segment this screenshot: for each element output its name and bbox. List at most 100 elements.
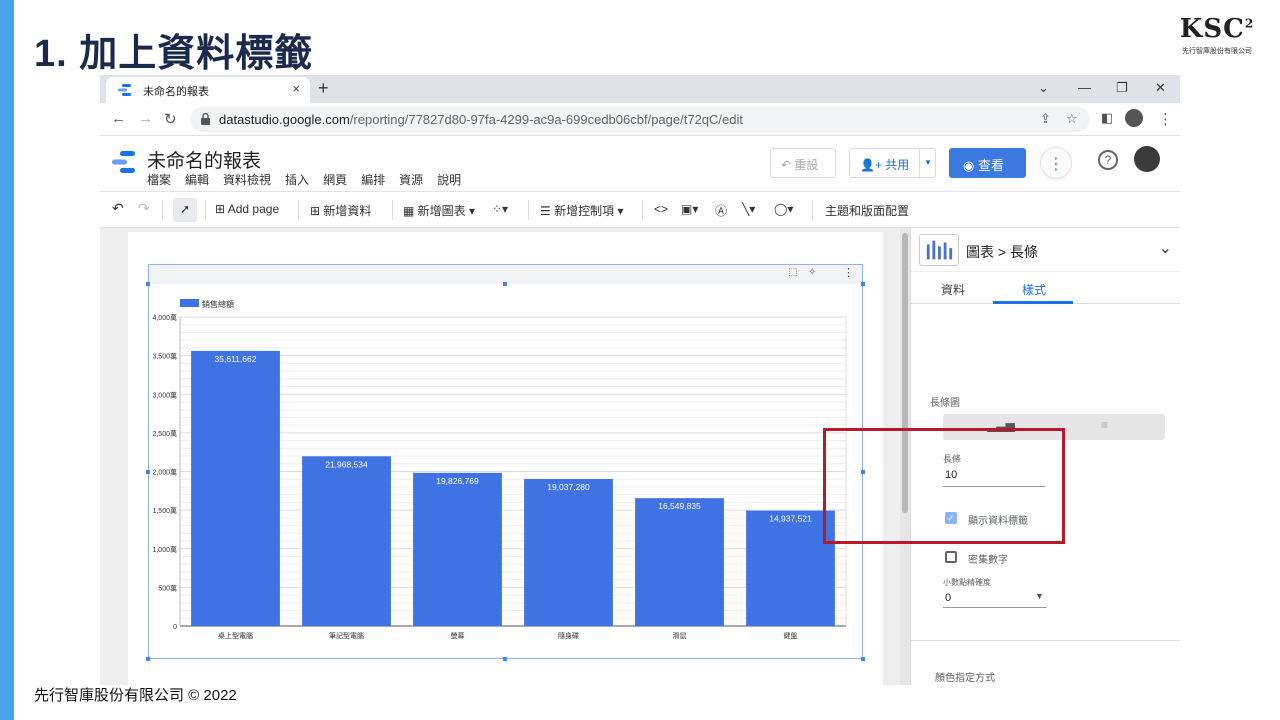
bar-data-label: 19,826,769 xyxy=(436,476,479,486)
share-button[interactable]: 👤+ 共用 ▼ xyxy=(849,148,936,178)
browser-profile-avatar[interactable] xyxy=(1125,109,1143,127)
browser-addressbar: ← → ↻ datastudio.google.com/reporting/77… xyxy=(100,103,1180,136)
add-person-icon: 👤+ xyxy=(860,158,886,172)
browser-window: 未命名的報表 × + ⌄ — ❐ ✕ ← → ↻ datastudio.goog… xyxy=(100,75,1180,685)
bar xyxy=(635,498,724,626)
tab-style[interactable]: 樣式 xyxy=(1022,281,1046,298)
share-page-icon[interactable]: ⇪ xyxy=(1040,111,1051,127)
y-tick-label: 1,500萬 xyxy=(152,506,177,515)
image-icon[interactable]: ▣▾ xyxy=(681,202,698,216)
active-tab-indicator xyxy=(993,301,1073,304)
toolbar-divider xyxy=(528,200,529,220)
x-tick-label: 隨身碟 xyxy=(558,631,579,640)
add-data-button[interactable]: ⊞ 新增資料 xyxy=(310,202,371,219)
y-tick-label: 3,500萬 xyxy=(152,352,177,361)
add-control-button[interactable]: ☰ 新增控制項 ▾ xyxy=(540,202,623,219)
cursor-icon: ➚ xyxy=(180,202,191,216)
theme-layout-button[interactable]: 主題和版面配置 xyxy=(825,202,909,219)
view-button[interactable]: ◉ 查看 xyxy=(949,148,1026,178)
y-tick-label: 0 xyxy=(173,624,177,631)
reload-icon[interactable]: ↻ xyxy=(164,110,177,128)
decimal-precision-select[interactable]: 0 xyxy=(945,592,951,604)
datastudio-logo-icon xyxy=(112,151,135,173)
compact-numbers-checkbox[interactable] xyxy=(945,551,957,563)
section-divider xyxy=(911,640,1180,641)
dropdown-arrow-icon[interactable]: ▼ xyxy=(1035,591,1044,601)
chevron-down-icon[interactable]: ⌄ xyxy=(1159,238,1172,258)
redo-icon[interactable]: ↷ xyxy=(138,200,150,217)
bar xyxy=(302,456,391,626)
new-tab-button[interactable]: + xyxy=(318,78,329,99)
bar-data-label: 14,937,521 xyxy=(769,514,812,524)
bar xyxy=(746,510,835,626)
panel-tabs: 資料 樣式 xyxy=(911,272,1180,304)
add-chart-button[interactable]: ▦ 新增圖表 ▾ xyxy=(403,202,475,219)
editor-toolbar: ↶ ↷ ➚ ⊞ Add page ⊞ 新增資料 ▦ 新增圖表 ▾ ⁘▾ ☰ 新增… xyxy=(100,192,1180,228)
back-icon[interactable]: ← xyxy=(111,110,126,127)
minimize-icon[interactable]: — xyxy=(1078,80,1091,95)
more-options-icon[interactable]: ⋮ xyxy=(1040,147,1072,179)
reset-button[interactable]: ↶ 重設 xyxy=(770,148,836,178)
shape-icon[interactable]: ◯▾ xyxy=(774,202,793,216)
bar-data-label: 16,549,835 xyxy=(658,501,701,511)
reset-icon: ↶ xyxy=(781,158,795,172)
panel-breadcrumb: 圖表 > 長條 xyxy=(966,244,1038,260)
menu-view[interactable]: 資料檢視 xyxy=(223,171,271,188)
help-icon[interactable]: ? xyxy=(1098,150,1118,170)
x-tick-label: 螢幕 xyxy=(451,631,465,640)
bar xyxy=(524,478,613,626)
toolbar-divider xyxy=(392,200,393,220)
horizontal-bars-icon[interactable]: ≡ xyxy=(1101,418,1108,432)
embed-code-icon[interactable]: <> xyxy=(654,202,668,216)
url-input[interactable]: datastudio.google.com/reporting/77827d80… xyxy=(190,107,1090,132)
report-title[interactable]: 未命名的報表 xyxy=(147,146,261,173)
y-tick-label: 2,500萬 xyxy=(152,429,177,438)
tab-title: 未命名的報表 xyxy=(143,86,209,98)
datastudio-favicon-icon xyxy=(118,84,131,96)
tab-data[interactable]: 資料 xyxy=(941,281,965,298)
forward-icon[interactable]: → xyxy=(138,110,153,127)
bookmark-star-icon[interactable]: ☆ xyxy=(1066,111,1078,127)
url-text: datastudio.google.com/reporting/77827d80… xyxy=(219,112,743,127)
close-window-icon[interactable]: ✕ xyxy=(1155,80,1166,96)
toolbar-divider xyxy=(812,200,813,220)
menu-file[interactable]: 檔案 xyxy=(147,171,171,188)
bar-chart-section-label: 長條圖 xyxy=(930,398,960,409)
side-panel-icon[interactable]: ◧ xyxy=(1101,110,1113,126)
bar xyxy=(191,350,280,626)
highlight-box xyxy=(823,428,1065,544)
add-page-button[interactable]: ⊞ Add page xyxy=(215,202,279,216)
bar-data-label: 21,968,534 xyxy=(325,459,368,469)
tab-close-icon[interactable]: × xyxy=(292,81,300,96)
menu-help[interactable]: 說明 xyxy=(437,171,461,188)
add-page-icon: ⊞ xyxy=(215,202,228,216)
bar-chart-type-icon[interactable] xyxy=(919,234,959,266)
compact-numbers-label: 密集數字 xyxy=(968,555,1008,566)
user-avatar[interactable] xyxy=(1134,146,1160,172)
menu-insert[interactable]: 插入 xyxy=(285,171,309,188)
browser-menu-icon[interactable]: ⋮ xyxy=(1158,110,1173,128)
menu-bar: 檔案 編輯 資料檢視 插入 網頁 編排 資源 說明 xyxy=(147,171,461,188)
bar xyxy=(413,472,502,626)
share-dropdown-icon[interactable]: ▼ xyxy=(919,149,935,177)
report-page: ⬚ ✧ ⋮ 0 500萬 1,000萬 1,500萬 2,000萬 2,500萬 3,000… xyxy=(128,232,883,685)
select-tool-button[interactable]: ➚ xyxy=(173,198,197,222)
eye-icon: ◉ xyxy=(963,158,978,173)
logo-subtitle: 先行智庫股份有限公司 xyxy=(1182,48,1252,55)
legend-swatch xyxy=(180,299,199,307)
restore-icon[interactable]: ❐ xyxy=(1116,80,1128,96)
menu-arrange[interactable]: 編排 xyxy=(361,171,385,188)
menu-edit[interactable]: 編輯 xyxy=(185,171,209,188)
line-icon[interactable]: ╲▾ xyxy=(742,202,755,216)
bar-chart: 0 500萬 1,000萬 1,500萬 2,000萬 2,500萬 3,000萬 3,500… xyxy=(152,299,847,640)
y-tick-label: 1,000萬 xyxy=(152,545,177,554)
undo-icon[interactable]: ↶ xyxy=(112,200,124,217)
tab-search-chevron-icon[interactable]: ⌄ xyxy=(1038,80,1049,96)
menu-page[interactable]: 網頁 xyxy=(323,171,347,188)
browser-tab[interactable]: 未命名的報表 × xyxy=(106,77,310,103)
slide-title: 1. 加上資料標籤 xyxy=(34,33,314,75)
menu-resource[interactable]: 資源 xyxy=(399,171,423,188)
add-component-icon[interactable]: ⁘▾ xyxy=(492,202,508,216)
logo-mark: KSC2 xyxy=(1179,14,1255,44)
text-icon[interactable]: Ⓐ xyxy=(715,202,727,219)
